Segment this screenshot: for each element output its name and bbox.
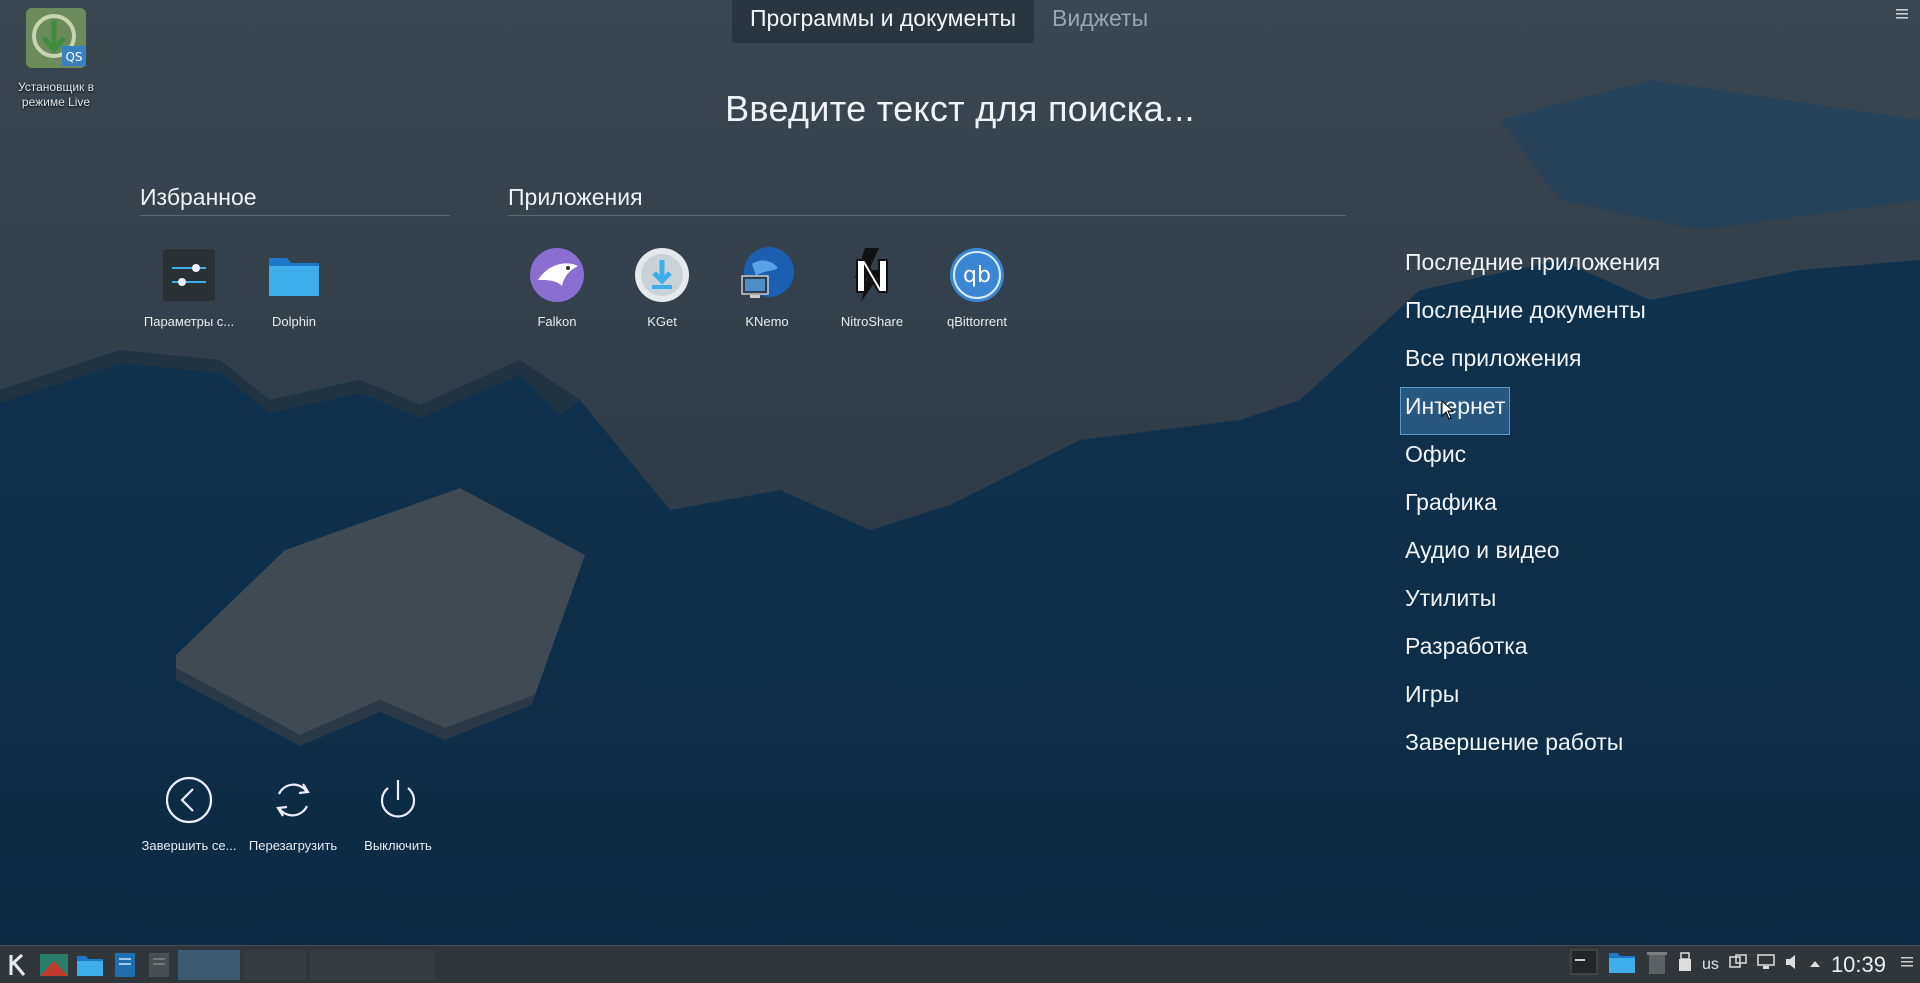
panel-config-icon[interactable] xyxy=(1900,954,1914,975)
falkon-icon xyxy=(528,246,586,304)
category-session[interactable]: Завершение работы xyxy=(1400,723,1628,771)
desktop-pager-icon[interactable] xyxy=(38,950,70,980)
system-tray: us 10:39 xyxy=(1570,946,1920,983)
shutdown-label: Выключить xyxy=(364,838,432,853)
app-label: NitroShare xyxy=(840,314,904,329)
app-falkon[interactable]: Falkon xyxy=(505,246,609,329)
app-nitroshare[interactable]: NitroShare xyxy=(820,246,924,329)
text-editor-icon[interactable] xyxy=(144,950,174,980)
folder-icon xyxy=(265,246,323,304)
applications-divider xyxy=(508,215,1346,216)
favorite-label: Dolphin xyxy=(271,314,317,329)
menu-icon[interactable] xyxy=(1894,6,1910,22)
tab-widgets[interactable]: Виджеты xyxy=(1034,0,1166,43)
knemo-icon xyxy=(738,246,796,304)
app-label: Falkon xyxy=(537,314,577,329)
trash-icon[interactable] xyxy=(1646,949,1668,980)
app-knemo[interactable]: KNemo xyxy=(715,246,819,329)
app-label: KGet xyxy=(647,314,677,329)
logout-button[interactable]: Завершить се... xyxy=(134,776,244,853)
mouse-cursor-icon xyxy=(1441,400,1455,420)
nitroshare-icon xyxy=(843,246,901,304)
clock[interactable]: 10:39 xyxy=(1831,952,1886,978)
window-task[interactable] xyxy=(310,949,435,980)
category-recent-docs[interactable]: Последние документы xyxy=(1400,291,1651,339)
file-manager-icon[interactable] xyxy=(74,950,106,980)
category-games[interactable]: Игры xyxy=(1400,675,1464,723)
category-development[interactable]: Разработка xyxy=(1400,627,1533,675)
favorite-dolphin[interactable]: Dolphin xyxy=(242,246,346,329)
folder-tray-icon[interactable] xyxy=(1608,950,1636,979)
svg-text:QS: QS xyxy=(65,50,82,64)
restart-label: Перезагрузить xyxy=(248,838,338,853)
category-list: Последние приложения Последние документы… xyxy=(1400,243,1700,771)
shutdown-icon xyxy=(374,776,422,824)
clipboard-icon[interactable] xyxy=(1729,954,1747,975)
taskbar: us 10:39 xyxy=(0,945,1920,983)
kde-menu-icon[interactable] xyxy=(4,950,34,980)
restart-icon xyxy=(269,776,317,824)
keyboard-layout[interactable]: us xyxy=(1702,956,1719,974)
usb-device-icon[interactable] xyxy=(1678,952,1692,977)
category-multimedia[interactable]: Аудио и видео xyxy=(1400,531,1565,579)
favorite-system-settings[interactable]: Параметры с... xyxy=(137,246,241,329)
favorite-label: Параметры с... xyxy=(143,314,235,329)
category-recent-apps[interactable]: Последние приложения xyxy=(1400,243,1665,291)
logout-label: Завершить се... xyxy=(141,838,237,853)
shutdown-button[interactable]: Выключить xyxy=(343,776,453,853)
applications-title: Приложения xyxy=(508,184,643,210)
launcher-tabs: Программы и документы Виджеты xyxy=(732,0,1166,43)
active-window-task[interactable] xyxy=(178,949,240,980)
favorites-divider xyxy=(140,215,450,216)
window-task[interactable] xyxy=(244,949,306,980)
settings-sliders-icon xyxy=(160,246,218,304)
network-icon[interactable] xyxy=(1757,954,1775,975)
qbittorrent-icon: qb xyxy=(948,246,1006,304)
document-viewer-icon[interactable] xyxy=(110,950,140,980)
kget-icon xyxy=(633,246,691,304)
app-kget[interactable]: KGet xyxy=(610,246,714,329)
app-label: qBittorrent xyxy=(947,314,1007,329)
tab-programs-documents[interactable]: Программы и документы xyxy=(732,0,1035,43)
app-qbittorrent[interactable]: qb qBittorrent xyxy=(925,246,1029,329)
svg-text:qb: qb xyxy=(963,263,991,288)
terminal-icon[interactable] xyxy=(1570,949,1598,980)
favorites-title: Избранное xyxy=(140,184,257,210)
logout-icon xyxy=(165,776,213,824)
category-utilities[interactable]: Утилиты xyxy=(1400,579,1501,627)
installer-icon: QS xyxy=(24,6,88,70)
category-internet[interactable]: Интернет xyxy=(1400,387,1511,435)
volume-icon[interactable] xyxy=(1785,954,1799,975)
category-all-apps[interactable]: Все приложения xyxy=(1400,339,1587,387)
restart-button[interactable]: Перезагрузить xyxy=(238,776,348,853)
category-office[interactable]: Офис xyxy=(1400,435,1471,483)
category-graphics[interactable]: Графика xyxy=(1400,483,1502,531)
app-label: KNemo xyxy=(745,314,789,329)
tray-expand-icon[interactable] xyxy=(1809,956,1821,974)
search-field[interactable]: Введите текст для поиска... xyxy=(0,88,1920,130)
